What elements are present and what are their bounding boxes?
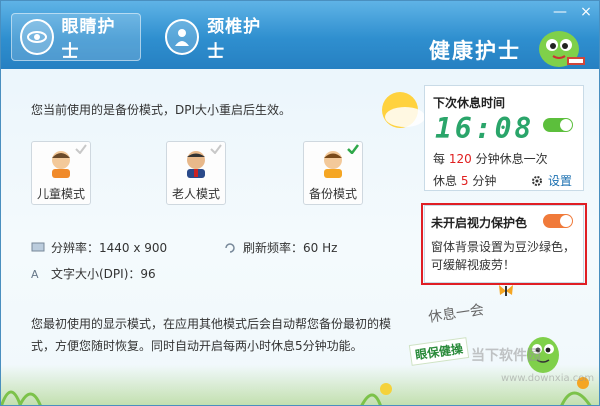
- backup-mode-label: 备份模式: [308, 187, 357, 201]
- app-window: 眼睛护士 颈椎护士 健康护士 — × 您当前使用的是备份模式，DPI大小重启后生…: [0, 0, 600, 406]
- refresh-stat: 刷新频率：60 Hz: [223, 239, 337, 256]
- backup-avatar-icon: [324, 151, 342, 178]
- resolution-stat: 分辨率：1440 x 900: [31, 239, 167, 256]
- highlight-frame: [421, 203, 587, 285]
- neck-shield-icon: [165, 19, 200, 55]
- rest-panel-title: 下次休息时间: [433, 96, 506, 110]
- refresh-icon: [225, 243, 235, 253]
- elder-mode-label: 老人模式: [171, 187, 220, 201]
- settings-link[interactable]: 设置: [531, 172, 572, 189]
- monitor-icon: [31, 242, 45, 252]
- watermark-text: 当下软件园: [471, 348, 541, 364]
- tab-neck-nurse[interactable]: 颈椎护士: [157, 13, 287, 62]
- child-mode-label: 儿童模式: [36, 187, 85, 201]
- tab-label: 颈椎护士: [207, 17, 262, 62]
- eye-exercise-button[interactable]: 眼保健操: [408, 337, 470, 366]
- elder-avatar-icon: [187, 151, 205, 178]
- rest-time-panel: 下次休息时间 16:08 每 120 分钟休息一次 休息 5 分钟 设置: [424, 85, 584, 191]
- rest-interval-value[interactable]: 120: [449, 152, 472, 166]
- mode-info-text: 您当前使用的是备份模式，DPI大小重启后生效。: [31, 103, 292, 117]
- tab-eye-nurse[interactable]: 眼睛护士: [11, 13, 141, 62]
- butterfly-icon: [499, 285, 513, 296]
- mode-description: 您最初使用的显示模式，在应用其他模式后会自动帮您备份最初的模式，方便您随时恢复。…: [31, 317, 392, 353]
- minimize-button[interactable]: —: [549, 3, 571, 21]
- rest-duration-value[interactable]: 5: [461, 174, 469, 188]
- svg-text:A: A: [31, 268, 39, 279]
- tab-label: 眼睛护士: [61, 17, 116, 62]
- font-size-icon: A: [31, 268, 39, 279]
- mascot-icon: [539, 31, 585, 67]
- rest-interval-row: 每 120 分钟休息一次: [433, 152, 548, 166]
- dpi-stat: A 文字大小(DPI)：96: [31, 267, 156, 281]
- rest-duration-row: 休息 5 分钟: [433, 174, 497, 188]
- child-avatar-icon: [52, 151, 70, 178]
- sun-icon: [382, 92, 425, 128]
- rest-toggle[interactable]: [543, 118, 573, 132]
- rest-sign-text: 休息一会: [427, 302, 485, 326]
- brand-title: 健康护士: [429, 39, 521, 63]
- watermark-url: www.downxia.com: [501, 373, 595, 384]
- eye-shield-icon: [20, 19, 54, 55]
- rest-time-display: 16:08: [435, 112, 535, 145]
- close-button[interactable]: ×: [575, 3, 597, 21]
- gear-icon: [532, 175, 542, 186]
- title-bar: 眼睛护士 颈椎护士 健康护士 — ×: [1, 1, 599, 69]
